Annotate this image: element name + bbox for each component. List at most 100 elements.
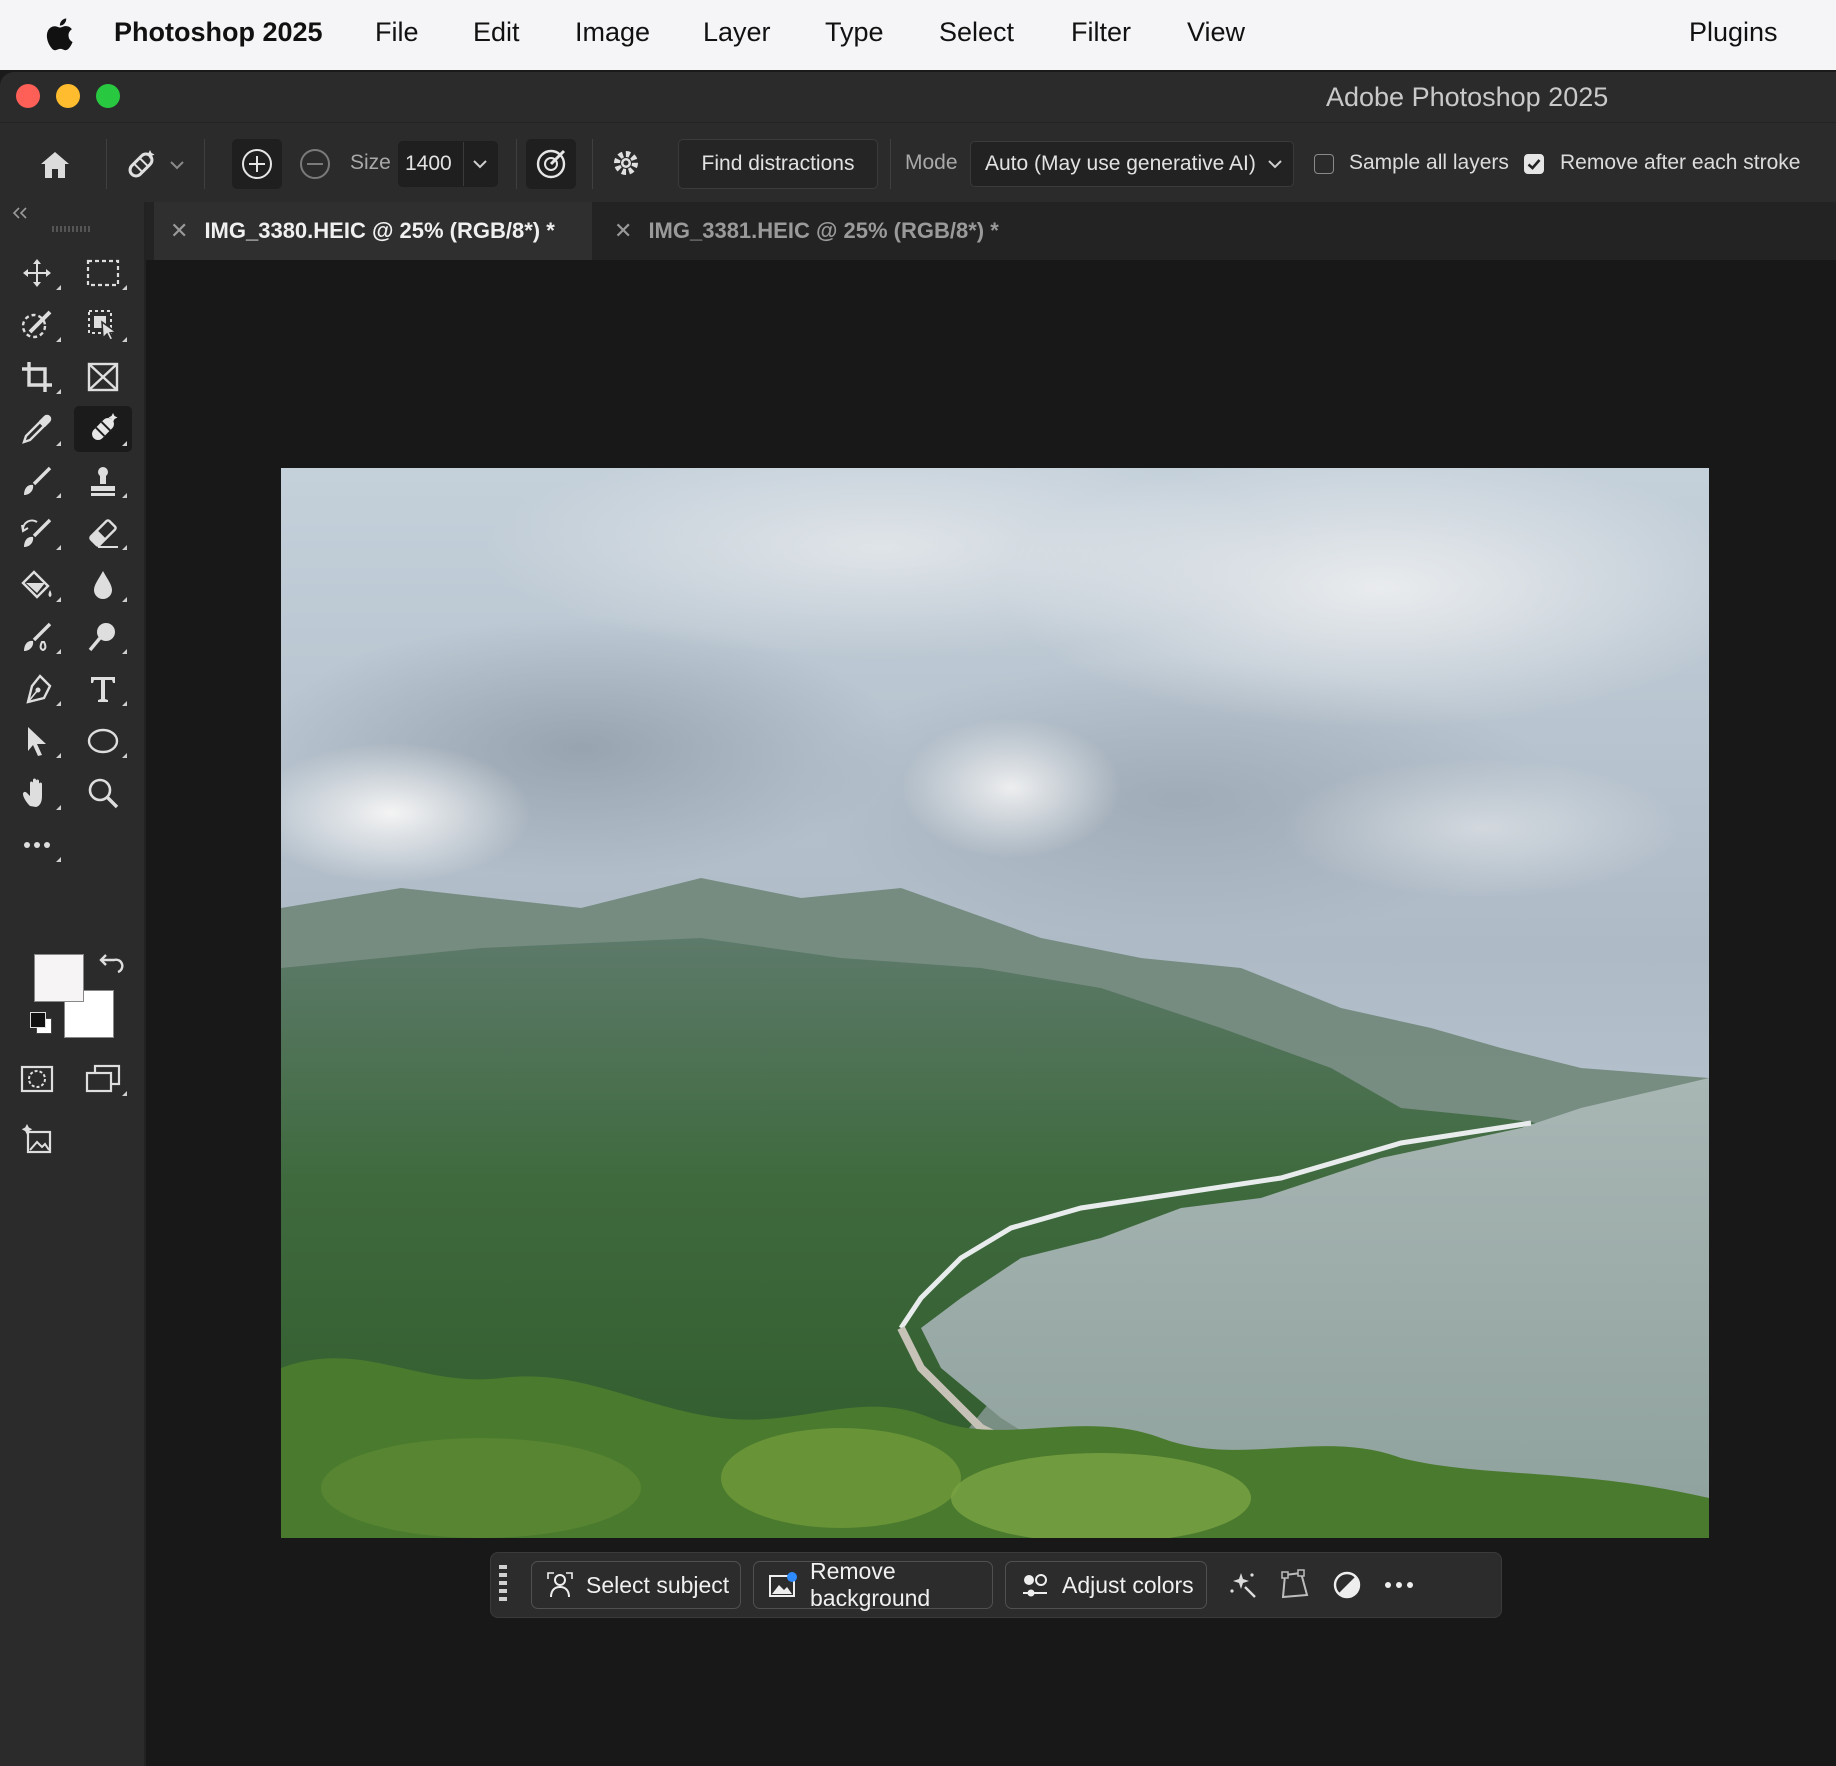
mixer-brush-icon bbox=[24, 622, 52, 652]
find-distractions-button[interactable]: Find distractions bbox=[678, 139, 878, 189]
eyedropper-tool[interactable] bbox=[8, 406, 66, 452]
drag-handle-icon[interactable] bbox=[497, 1563, 509, 1607]
swap-colors-icon[interactable] bbox=[98, 952, 124, 978]
paint-bucket-icon bbox=[21, 570, 52, 599]
path-selection-tool[interactable] bbox=[8, 718, 66, 764]
close-tab-icon[interactable]: ✕ bbox=[614, 218, 632, 244]
zoom-tool[interactable] bbox=[74, 770, 132, 816]
menu-image[interactable]: Image bbox=[575, 17, 650, 48]
brush-tool[interactable] bbox=[8, 458, 66, 504]
subtract-brush-mode-button[interactable] bbox=[290, 139, 340, 189]
arrow-pointer-icon bbox=[28, 727, 46, 756]
apple-menu-icon[interactable] bbox=[44, 16, 74, 52]
chevron-down-icon[interactable] bbox=[472, 159, 488, 169]
size-value[interactable]: 1400 bbox=[405, 152, 452, 176]
home-button[interactable] bbox=[30, 143, 80, 187]
object-selection-tool[interactable] bbox=[74, 302, 132, 348]
settings-button[interactable] bbox=[604, 141, 648, 185]
remove-tool-icon bbox=[92, 413, 118, 440]
generative-image-icon bbox=[21, 1124, 52, 1154]
menu-file[interactable]: File bbox=[375, 17, 419, 48]
history-brush-tool[interactable] bbox=[8, 510, 66, 556]
adjust-colors-icon bbox=[1023, 1574, 1047, 1597]
select-subject-button[interactable]: Select subject bbox=[531, 1561, 741, 1609]
remove-background-label: Remove background bbox=[810, 1558, 931, 1611]
minimize-window-button[interactable] bbox=[56, 84, 80, 108]
remove-background-icon bbox=[769, 1572, 797, 1597]
edit-toolbar-button[interactable] bbox=[8, 822, 66, 868]
app-name-menu[interactable]: Photoshop 2025 bbox=[114, 17, 323, 48]
generative-workspace-button[interactable] bbox=[8, 1116, 66, 1162]
size-field[interactable]: 1400 bbox=[398, 141, 498, 187]
move-tool[interactable] bbox=[8, 250, 66, 296]
frame-icon bbox=[87, 362, 119, 392]
blur-tool[interactable] bbox=[74, 562, 132, 608]
brush-icon bbox=[24, 466, 52, 495]
mixer-brush-tool[interactable] bbox=[8, 614, 66, 660]
close-window-button[interactable] bbox=[16, 84, 40, 108]
menu-select[interactable]: Select bbox=[939, 17, 1014, 48]
size-label: Size bbox=[350, 151, 391, 174]
chevron-down-icon bbox=[1268, 160, 1282, 169]
panel-grip[interactable] bbox=[52, 226, 92, 232]
crop-tool[interactable] bbox=[8, 354, 66, 400]
crop-icon bbox=[22, 362, 52, 392]
quick-mask-mode-button[interactable] bbox=[8, 1056, 66, 1102]
gear-icon bbox=[614, 151, 638, 175]
pen-tool[interactable] bbox=[8, 666, 66, 712]
rectangular-marquee-tool[interactable] bbox=[74, 250, 132, 296]
tab-img-3380[interactable]: ✕ IMG_3380.HEIC @ 25% (RGB/8*) * bbox=[154, 202, 592, 260]
eraser-tool[interactable] bbox=[74, 510, 132, 556]
sample-all-layers-checkbox[interactable] bbox=[1314, 154, 1334, 174]
remove-tool[interactable] bbox=[74, 406, 132, 452]
frame-tool[interactable] bbox=[74, 354, 132, 400]
transform-button[interactable] bbox=[1275, 1565, 1315, 1605]
more-dots-icon bbox=[24, 842, 50, 848]
adjustment-layer-button[interactable] bbox=[1327, 1565, 1367, 1605]
type-tool[interactable] bbox=[74, 666, 132, 712]
zoom-window-button[interactable] bbox=[96, 84, 120, 108]
add-brush-mode-button[interactable] bbox=[232, 139, 282, 189]
eyedropper-icon bbox=[22, 414, 52, 444]
adjust-colors-button[interactable]: Adjust colors bbox=[1005, 1561, 1207, 1609]
tools-panel bbox=[0, 202, 146, 1766]
remove-tool-icon bbox=[128, 150, 155, 178]
menu-edit[interactable]: Edit bbox=[473, 17, 520, 48]
clone-stamp-tool[interactable] bbox=[74, 458, 132, 504]
tool-options-bar: Size 1400 Find distractions Mode Auto (M… bbox=[0, 122, 1836, 204]
mode-dropdown[interactable]: Auto (May use generative AI) bbox=[970, 141, 1294, 187]
menu-layer[interactable]: Layer bbox=[703, 17, 771, 48]
ellipse-icon bbox=[87, 728, 119, 754]
pressure-icon bbox=[536, 149, 566, 179]
paint-bucket-tool[interactable] bbox=[8, 562, 66, 608]
tab-img-3381[interactable]: ✕ IMG_3381.HEIC @ 25% (RGB/8*) * bbox=[598, 202, 1036, 260]
menu-view[interactable]: View bbox=[1187, 17, 1245, 48]
water-drop-icon bbox=[94, 571, 112, 599]
more-options-button[interactable] bbox=[1379, 1565, 1419, 1605]
document-photo[interactable] bbox=[281, 468, 1709, 1538]
pressure-size-button[interactable] bbox=[526, 139, 576, 189]
menu-filter[interactable]: Filter bbox=[1071, 17, 1131, 48]
move-icon bbox=[23, 259, 51, 287]
remove-background-button[interactable]: Remove background bbox=[753, 1558, 993, 1611]
window-title: Adobe Photoshop 2025 bbox=[1326, 82, 1609, 112]
close-tab-icon[interactable]: ✕ bbox=[170, 218, 188, 244]
collapse-panel-icon[interactable] bbox=[10, 206, 30, 220]
foreground-color-swatch[interactable] bbox=[34, 954, 84, 1002]
adjust-colors-label: Adjust colors bbox=[1062, 1571, 1194, 1598]
default-colors-icon[interactable] bbox=[28, 1010, 54, 1036]
quick-selection-tool[interactable] bbox=[8, 302, 66, 348]
marquee-icon bbox=[86, 259, 120, 287]
menu-type[interactable]: Type bbox=[825, 17, 884, 48]
dodge-tool[interactable] bbox=[74, 614, 132, 660]
menu-plugins[interactable]: Plugins bbox=[1689, 17, 1778, 48]
canvas-area[interactable]: Select subject Remove background Adjust … bbox=[146, 260, 1836, 1766]
tool-preset-picker[interactable] bbox=[116, 143, 192, 187]
ellipse-tool[interactable] bbox=[74, 718, 132, 764]
sample-all-layers-label[interactable]: Sample all layers bbox=[1349, 151, 1509, 175]
remove-after-stroke-label[interactable]: Remove after each stroke bbox=[1560, 151, 1800, 175]
generative-fill-button[interactable] bbox=[1223, 1565, 1263, 1605]
screen-mode-button[interactable] bbox=[74, 1056, 132, 1102]
hand-tool[interactable] bbox=[8, 770, 66, 816]
remove-after-stroke-checkbox[interactable] bbox=[1524, 154, 1544, 174]
